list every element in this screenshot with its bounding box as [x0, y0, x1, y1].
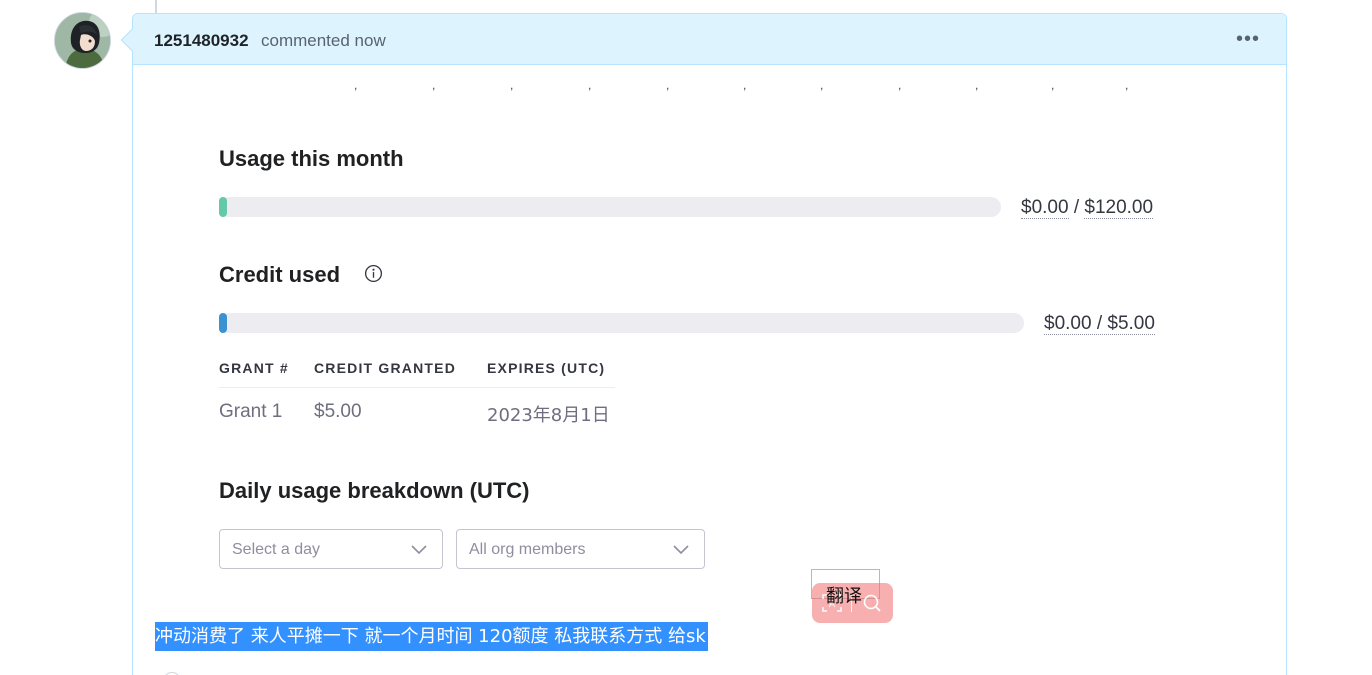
- tick-mark: ,: [975, 78, 979, 92]
- tick-mark: ,: [432, 78, 436, 92]
- usage-limit[interactable]: $120.00: [1084, 197, 1154, 219]
- tick-mark: ,: [898, 78, 902, 92]
- credit-progress-bar: [219, 313, 1024, 333]
- usage-progress-bar: [219, 197, 1001, 217]
- tick-mark: ,: [820, 78, 824, 92]
- tick-mark: ,: [354, 78, 358, 92]
- usage-separator: /: [1068, 197, 1085, 218]
- table-divider: [219, 387, 615, 388]
- member-select-label: All org members: [469, 541, 586, 558]
- credit-granted-header: CREDIT GRANTED: [314, 360, 457, 376]
- avatar[interactable]: [54, 12, 111, 69]
- usage-title: Usage this month: [219, 146, 404, 171]
- kebab-horizontal-icon[interactable]: •••: [1236, 28, 1260, 51]
- member-select[interactable]: All org members: [456, 529, 705, 569]
- tick-mark: ,: [1051, 78, 1055, 92]
- tick-mark: ,: [510, 78, 514, 92]
- info-icon[interactable]: [364, 264, 383, 283]
- tick-mark: ,: [1125, 78, 1129, 92]
- expires-cell: 2023年8月1日: [487, 405, 610, 426]
- grant-name-cell: Grant 1: [219, 401, 283, 422]
- day-select[interactable]: Select a day: [219, 529, 443, 569]
- comment-author[interactable]: 1251480932: [154, 31, 249, 51]
- timeline-line: [155, 0, 157, 14]
- comment-meta[interactable]: commented now: [261, 31, 386, 51]
- grant-header: GRANT #: [219, 360, 289, 376]
- daily-breakdown-title: Daily usage breakdown (UTC): [219, 478, 530, 503]
- credit-title: Credit used: [219, 262, 341, 287]
- chevron-down-icon: [411, 545, 427, 555]
- tick-mark: ,: [666, 78, 670, 92]
- chevron-down-icon: [673, 545, 689, 555]
- chart-tick-row: , , , , , , , , , , ,: [354, 78, 1134, 92]
- usage-used[interactable]: $0.00: [1021, 197, 1069, 219]
- expires-header: EXPIRES (UTC): [487, 360, 606, 376]
- usage-progress-fill: [219, 197, 227, 217]
- comment-card: 1251480932 commented now •••: [120, 13, 1287, 675]
- translate-label[interactable]: 翻译: [826, 582, 862, 608]
- avatar-image: [55, 13, 110, 68]
- usage-amount: $0.00 / $120.00: [1021, 197, 1154, 219]
- credit-amount[interactable]: $0.00 / $5.00: [1044, 313, 1155, 335]
- credit-progress-fill: [219, 313, 227, 333]
- comment-header: 1251480932 commented now •••: [133, 14, 1286, 65]
- search-icon[interactable]: [862, 593, 882, 613]
- tick-mark: ,: [588, 78, 592, 92]
- day-select-label: Select a day: [232, 541, 321, 558]
- credit-amount-wrap: $0.00 / $5.00: [1044, 313, 1155, 335]
- selected-comment-text[interactable]: 冲动消费了 来人平摊一下 就一个月时间 120额度 私我联系方式 给sk: [155, 622, 708, 651]
- credit-granted-cell: $5.00: [314, 401, 362, 422]
- tick-mark: ,: [743, 78, 747, 92]
